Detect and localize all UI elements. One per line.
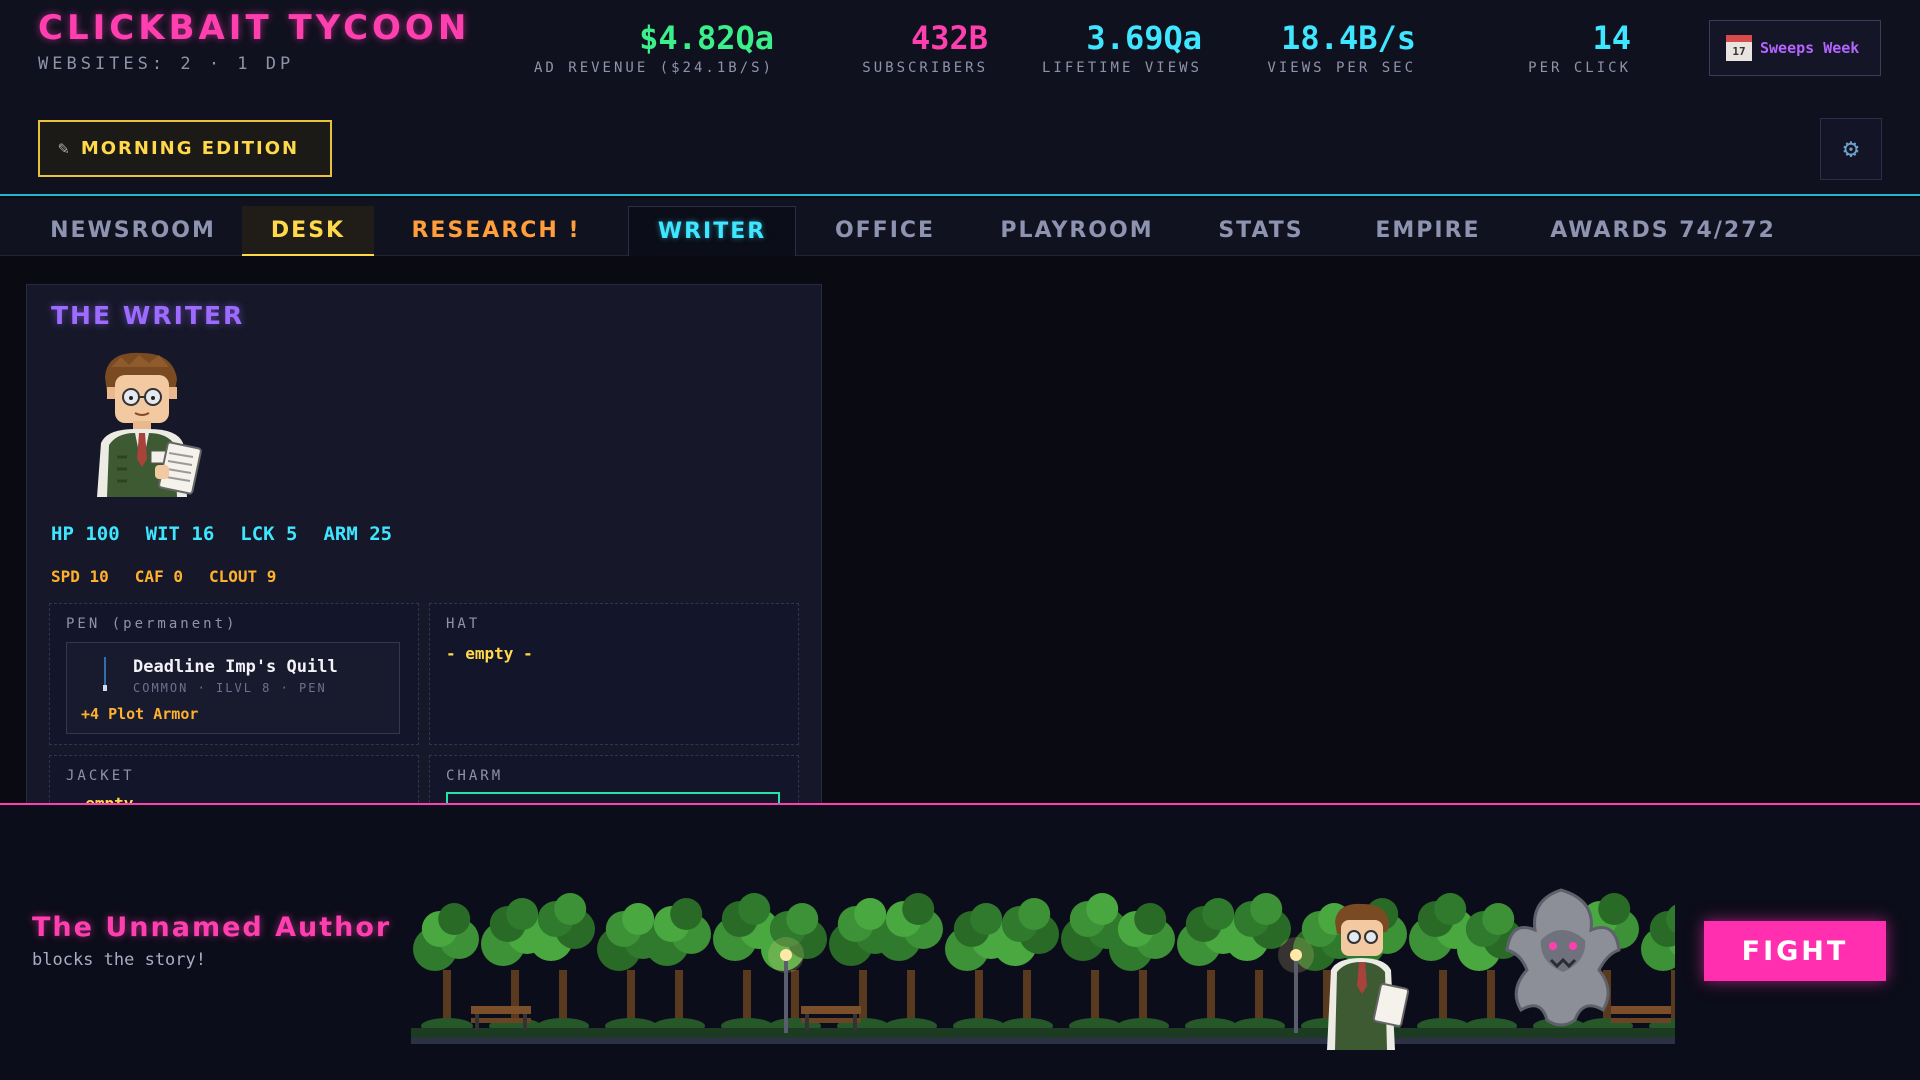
stat-clout: CLOUT 9 — [208, 567, 277, 586]
hat-slot[interactable]: HAT - empty - — [429, 603, 799, 745]
item-meta: COMMON · ILVL 8 · PEN — [133, 681, 327, 695]
tab-newsroom[interactable]: NEWSROOM — [40, 206, 226, 256]
secondary-stats: SPD 10 CAF 0 CLOUT 9 — [51, 567, 276, 586]
fight-button[interactable]: FIGHT — [1704, 921, 1886, 981]
panel-title: THE WRITER — [51, 301, 245, 330]
stat-value: 432B — [910, 19, 988, 57]
stat-value: 14 — [1592, 19, 1631, 57]
tab-desk[interactable]: DESK — [242, 206, 374, 256]
settings-button[interactable]: ⚙ — [1820, 118, 1882, 180]
stat-label: SUBSCRIBERS — [862, 60, 988, 76]
stat-views-per-sec: 18.4B/s VIEWS PER SEC — [1267, 18, 1416, 76]
stat-label: LIFETIME VIEWS — [1041, 60, 1202, 76]
jacket-slot-label: JACKET — [66, 768, 135, 784]
charm-slot-label: CHARM — [446, 768, 504, 784]
tab-empire[interactable]: EMPIRE — [1356, 206, 1500, 256]
item-name: Deadline Imp's Quill — [133, 657, 338, 677]
writer-panel: THE WRITER HP 100 WIT 16 LCK 5 ARM 25 SP… — [26, 284, 822, 804]
main-tabs: NEWSROOM DESK RESEARCH ! WRITER OFFICE P… — [0, 198, 1920, 256]
game-title: CLICKBAIT TYCOON — [38, 8, 471, 48]
pencil-icon: ✎ — [58, 138, 69, 159]
stat-label: VIEWS PER SEC — [1267, 60, 1416, 76]
hat-slot-empty: - empty - — [446, 644, 533, 663]
gear-icon: ⚙ — [1843, 134, 1859, 164]
stat-label: AD REVENUE ($24.1B/S) — [533, 60, 774, 76]
stat-arm: ARM 25 — [323, 523, 393, 545]
park-scene — [411, 860, 1675, 1060]
enemy-name: The Unnamed Author — [32, 912, 392, 943]
stat-value: $4.82Qa — [639, 19, 774, 57]
stat-value: 3.69Qa — [1086, 19, 1202, 57]
stat-subscribers: 432B SUBSCRIBERS — [862, 18, 988, 76]
tab-writer[interactable]: WRITER — [628, 206, 796, 256]
item-bonus: +4 Plot Armor — [81, 705, 199, 723]
tab-playroom[interactable]: PLAYROOM — [986, 206, 1168, 256]
stat-spd: SPD 10 — [51, 567, 109, 586]
quill-icon — [103, 657, 107, 691]
stat-hp: HP 100 — [51, 523, 120, 545]
pen-slot[interactable]: PEN (permanent) Deadline Imp's Quill COM… — [49, 603, 419, 745]
pen-slot-label: PEN (permanent) — [66, 616, 238, 632]
stat-ad-revenue: $4.82Qa AD REVENUE ($24.1B/S) — [534, 18, 774, 76]
tab-stats[interactable]: STATS — [1196, 206, 1326, 256]
stat-caf: CAF 0 — [134, 567, 183, 586]
stat-per-click: 14 PER CLICK — [1528, 18, 1631, 76]
writer-portrait — [97, 352, 202, 497]
equipped-pen-card[interactable]: Deadline Imp's Quill COMMON · ILVL 8 · P… — [66, 642, 400, 734]
stat-lifetime-views: 3.69Qa LIFETIME VIEWS — [1042, 18, 1202, 76]
sweeps-week-label: Sweeps Week — [1760, 39, 1860, 57]
morning-edition-label: MORNING EDITION — [80, 138, 300, 159]
primary-stats: HP 100 WIT 16 LCK 5 ARM 25 — [51, 523, 392, 545]
sweeps-week-button[interactable]: 17 Sweeps Week — [1709, 20, 1881, 76]
stat-value: 18.4B/s — [1281, 19, 1416, 57]
tab-office[interactable]: OFFICE — [812, 206, 958, 256]
tab-research[interactable]: RESEARCH ! — [390, 206, 602, 256]
stat-lck: LCK 5 — [240, 523, 298, 545]
brand: CLICKBAIT TYCOON WEBSITES: 2 · 1 DP — [38, 8, 470, 74]
stat-label: PER CLICK — [1528, 60, 1631, 76]
websites-count: WEBSITES: 2 · 1 DP — [38, 54, 295, 74]
charm-slot[interactable]: CHARM — [429, 755, 799, 803]
calendar-icon: 17 — [1726, 35, 1752, 61]
stat-wit: WIT 16 — [145, 523, 215, 545]
top-header: CLICKBAIT TYCOON WEBSITES: 2 · 1 DP $4.8… — [0, 0, 1920, 196]
tab-awards[interactable]: AWARDS 74/272 — [1530, 206, 1796, 256]
hat-slot-label: HAT — [446, 616, 481, 632]
morning-edition-button[interactable]: ✎ MORNING EDITION — [38, 120, 332, 177]
enemy-subtitle: blocks the story! — [32, 950, 206, 970]
battle-bar: The Unnamed Author blocks the story! FIG… — [0, 803, 1920, 1080]
jacket-slot[interactable]: JACKET - empty - — [49, 755, 419, 803]
